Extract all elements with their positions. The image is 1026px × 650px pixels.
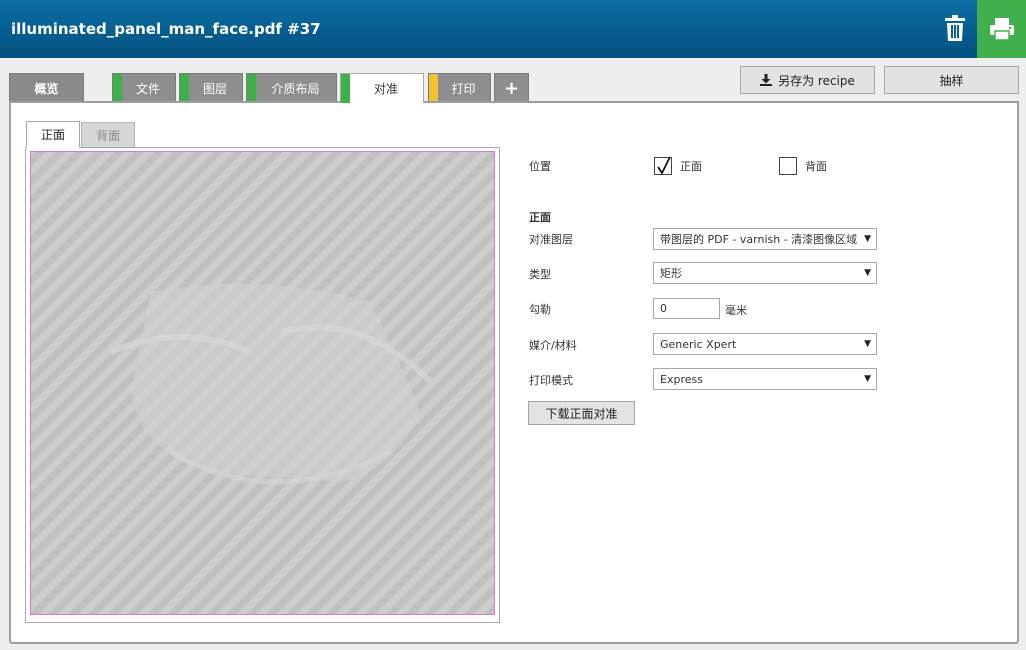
add-tab-button[interactable]: + [494,73,529,102]
registration-layer-label: 对准图层 [529,233,573,246]
download-front-registration-label: 下载正面对准 [545,406,618,421]
checkmark-icon [657,156,671,175]
print-button[interactable] [977,0,1026,58]
front-option-label: 正面 [680,160,702,173]
registration-layer-select[interactable]: 带图层的 PDF - varnish - 清漆图像区域 ▼ [653,228,877,250]
print-mode-label: 打印模式 [529,374,573,387]
print-mode-select[interactable]: Express ▼ [653,368,877,390]
tab-print-label: 打印 [451,81,476,96]
status-stripe [247,74,256,102]
tab-print[interactable]: 打印 [428,73,491,102]
chevron-down-icon: ▼ [864,268,871,278]
type-value: 矩形 [660,267,682,280]
registration-layer-value: 带图层的 PDF - varnish - 清漆图像区域 [660,233,858,246]
chevron-down-icon: ▼ [864,339,871,349]
tab-media-layout[interactable]: 介质布局 [246,73,337,102]
type-label: 类型 [529,268,551,281]
plus-icon: + [503,77,520,99]
media-value: Generic Xpert [660,337,737,351]
status-stripe [341,74,350,103]
tab-back-side-label: 背面 [95,128,120,143]
trash-icon[interactable] [938,8,972,48]
back-option-label: 背面 [805,160,827,173]
printer-icon [989,18,1014,41]
tab-media-layout-label: 介质布局 [271,81,320,96]
media-label: 媒介/材料 [529,339,577,352]
print-mode-value: Express [660,372,703,386]
section-heading: 正面 [529,211,551,224]
status-stripe [180,74,189,102]
sample-button[interactable]: 抽样 [884,66,1019,94]
title-bar: illuminated_panel_man_face.pdf #37 [0,0,1026,58]
save-as-recipe-button[interactable]: 另存为 recipe [740,66,875,94]
bleed-label: 勾勒 [529,303,551,316]
tab-overview-label: 概览 [34,81,59,96]
preview-artwork [109,284,434,485]
save-as-recipe-label: 另存为 recipe [778,73,855,88]
tab-file[interactable]: 文件 [112,73,176,102]
sample-label: 抽样 [939,73,964,88]
download-front-registration-button[interactable]: 下载正面对准 [528,401,635,425]
tab-registration[interactable]: 对准 [340,73,424,103]
front-checkbox[interactable] [654,156,672,175]
chevron-down-icon: ▼ [864,374,871,384]
tab-front-side[interactable]: 正面 [26,121,80,148]
chevron-down-icon: ▼ [864,234,871,244]
bleed-unit: 毫米 [725,304,747,317]
back-checkbox[interactable] [779,157,797,175]
status-stripe [429,74,438,102]
tab-overview[interactable]: 概览 [9,73,84,102]
media-select[interactable]: Generic Xpert ▼ [653,333,877,355]
status-stripe [113,74,122,102]
registration-preview[interactable] [30,151,495,615]
tab-registration-label: 对准 [373,82,398,96]
download-icon [760,74,773,86]
document-title: illuminated_panel_man_face.pdf #37 [11,20,321,38]
tab-layers-label: 图层 [202,81,227,96]
type-select[interactable]: 矩形 ▼ [653,262,877,284]
tab-layers[interactable]: 图层 [179,73,243,102]
tab-file-label: 文件 [135,81,160,96]
bleed-value: 0 [660,302,667,315]
position-label: 位置 [529,160,551,173]
bleed-input[interactable]: 0 [653,298,720,319]
tab-front-side-label: 正面 [40,128,65,142]
tab-back-side[interactable]: 背面 [81,122,135,148]
